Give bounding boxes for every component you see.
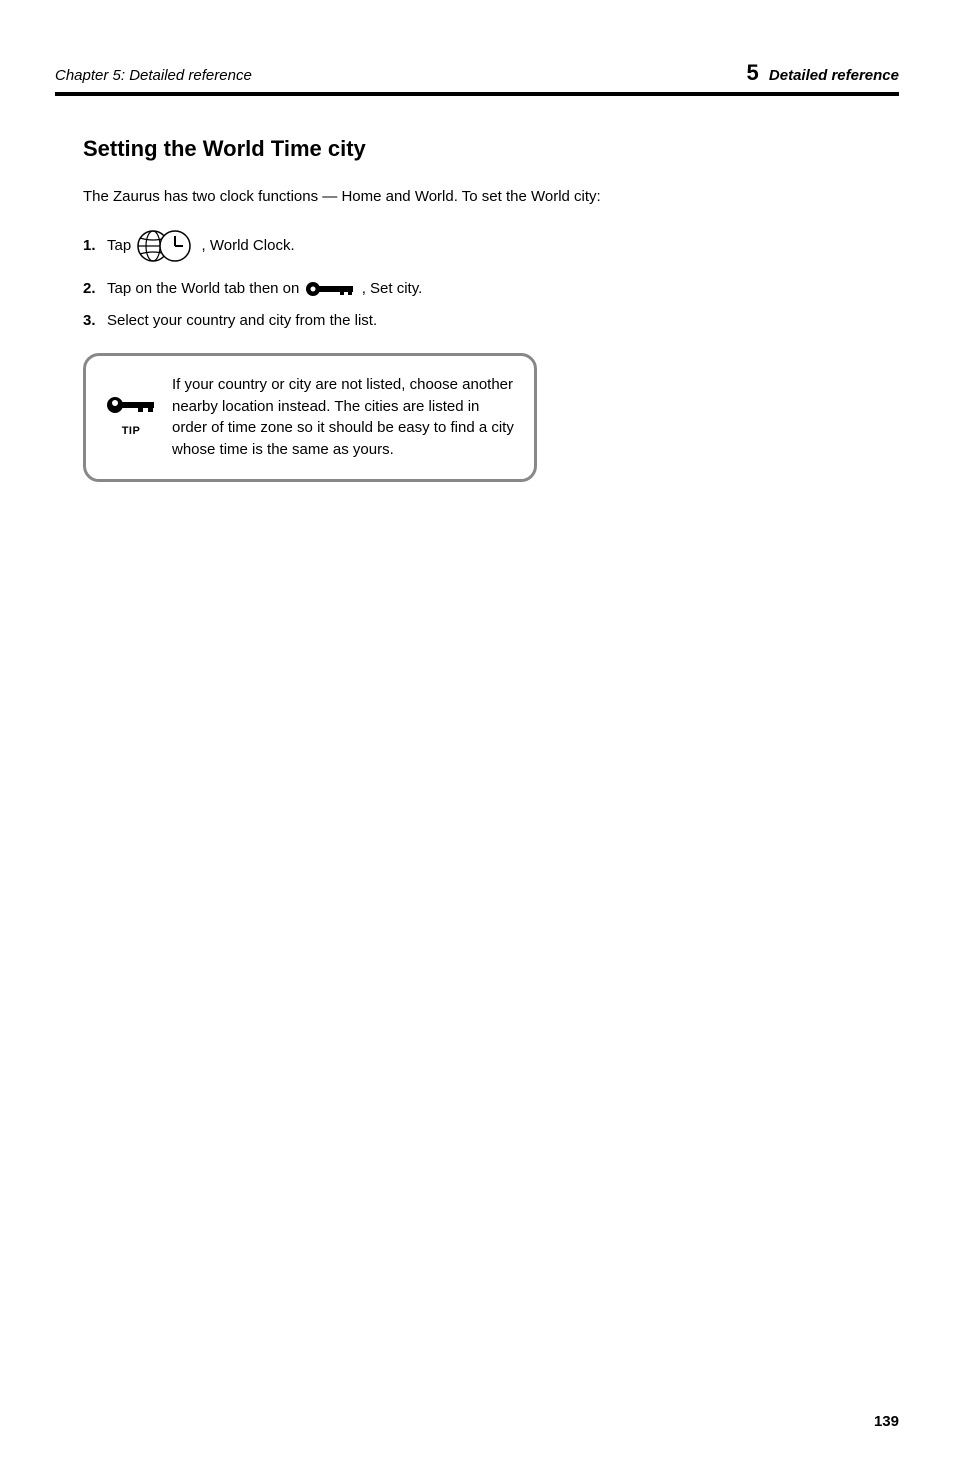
key-tip-icon bbox=[104, 394, 158, 421]
step-1: 1. Tap bbox=[83, 224, 899, 268]
document-page: Chapter 5: Detailed reference 5 Detailed… bbox=[0, 0, 954, 1468]
world-clock-icon bbox=[135, 224, 197, 268]
chapter-number: 5 bbox=[747, 60, 759, 85]
step-2-after: , Set city. bbox=[362, 280, 423, 297]
step-2-before: Tap on the World tab then on bbox=[107, 280, 304, 297]
header-right: 5 Detailed reference bbox=[747, 60, 900, 86]
key-icon bbox=[304, 278, 358, 300]
step-2-number: 2. bbox=[83, 278, 97, 301]
section-intro: The Zaurus has two clock functions — Hom… bbox=[83, 186, 899, 208]
header-left: Chapter 5: Detailed reference bbox=[55, 67, 252, 84]
step-3-number: 3. bbox=[83, 310, 97, 333]
tip-label: TIP bbox=[122, 425, 141, 437]
step-3-text: Select your country and city from the li… bbox=[107, 310, 377, 333]
step-1-after: , World Clock. bbox=[202, 237, 295, 254]
chapter-title-text: Detailed reference bbox=[769, 67, 899, 84]
page-content: Setting the World Time city The Zaurus h… bbox=[55, 136, 899, 482]
step-2: 2. Tap on the World tab then on , Set ci… bbox=[83, 278, 899, 301]
step-1-text: Tap , Wo bbox=[107, 224, 295, 268]
step-3: 3. Select your country and city from the… bbox=[83, 310, 899, 333]
page-header: Chapter 5: Detailed reference 5 Detailed… bbox=[55, 60, 899, 96]
tip-box: TIP If your country or city are not list… bbox=[83, 353, 537, 482]
step-2-text: Tap on the World tab then on , Set city. bbox=[107, 278, 422, 301]
step-1-number: 1. bbox=[83, 235, 97, 258]
page-number: 139 bbox=[874, 1413, 899, 1430]
section-heading: Setting the World Time city bbox=[83, 136, 899, 162]
tip-icon-column: TIP bbox=[104, 374, 158, 437]
tip-text: If your country or city are not listed, … bbox=[172, 374, 514, 461]
step-1-before: Tap bbox=[107, 237, 135, 254]
